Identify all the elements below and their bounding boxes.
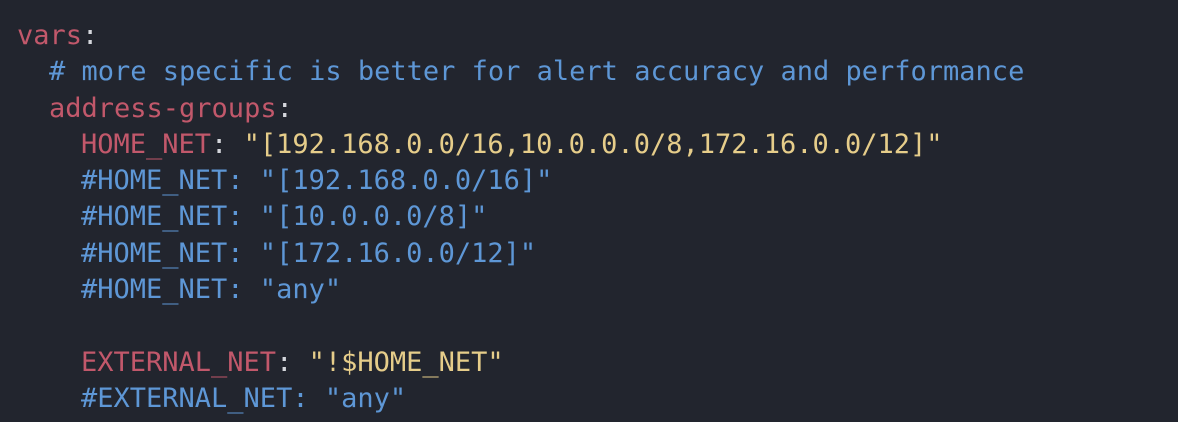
yaml-colon: : [276, 92, 293, 124]
code-line-home-net-alt-1: #HOME_NET: "[192.168.0.0/16]" [17, 163, 1178, 199]
yaml-separator: : [211, 128, 244, 160]
yaml-comment: #HOME_NET: "any" [81, 274, 342, 306]
yaml-comment: #HOME_NET: "[192.168.0.0/16]" [81, 165, 553, 197]
yaml-value-external-net: "!$HOME_NET" [308, 346, 504, 378]
code-line-external-net: EXTERNAL_NET: "!$HOME_NET" [17, 345, 1178, 381]
code-line-home-net-alt-4: #HOME_NET: "any" [17, 272, 1178, 308]
yaml-value-home-net: "[192.168.0.0/16,10.0.0.0/8,172.16.0.0/1… [243, 128, 943, 160]
code-line-home-net-alt-2: #HOME_NET: "[10.0.0.0/8]" [17, 199, 1178, 235]
code-line-external-net-alt: #EXTERNAL_NET: "any" [17, 381, 1178, 417]
yaml-key-address-groups: address-groups [49, 92, 277, 124]
code-line-vars: vars: [17, 18, 1178, 54]
yaml-key-vars: vars [17, 20, 83, 51]
code-line-home-net: HOME_NET: "[192.168.0.0/16,10.0.0.0/8,17… [17, 127, 1178, 163]
code-line-address-groups: address-groups: [17, 91, 1178, 127]
yaml-separator: : [276, 346, 309, 378]
yaml-comment: # more specific is better for alert accu… [49, 56, 1025, 88]
yaml-comment: #EXTERNAL_NET: "any" [81, 382, 407, 414]
yaml-colon: : [82, 20, 99, 51]
code-editor[interactable]: vars: # more specific is better for aler… [0, 0, 1178, 422]
code-line-home-net-alt-3: #HOME_NET: "[172.16.0.0/12]" [17, 236, 1178, 272]
code-line-comment: # more specific is better for alert accu… [17, 54, 1178, 90]
yaml-key-external-net: EXTERNAL_NET [81, 346, 277, 378]
yaml-comment: #HOME_NET: "[172.16.0.0/12]" [81, 237, 537, 269]
yaml-comment: #HOME_NET: "[10.0.0.0/8]" [81, 201, 488, 233]
yaml-key-home-net: HOME_NET [81, 128, 212, 160]
